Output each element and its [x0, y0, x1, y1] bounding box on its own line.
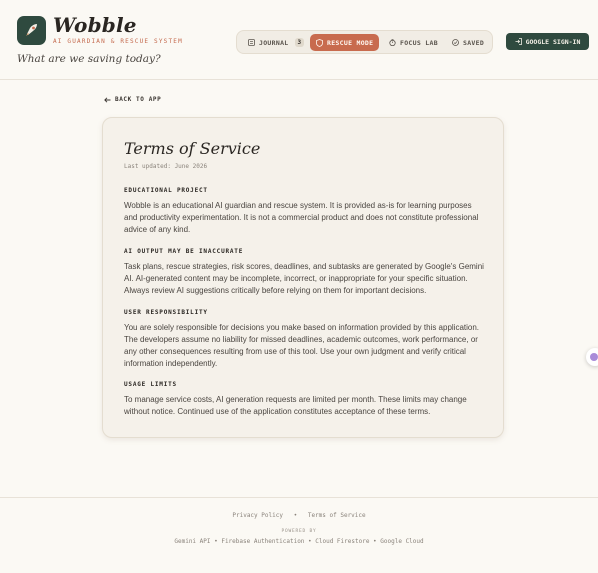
section-heading: AI OUTPUT MAY BE INACCURATE — [124, 248, 244, 255]
footer: Privacy Policy • Terms of Service POWERE… — [0, 497, 598, 573]
nav-journal-label: JOURNAL — [259, 38, 289, 47]
section-heading: USAGE LIMITS — [124, 381, 177, 388]
back-label: BACK TO APP — [115, 96, 162, 103]
tech-stack: Gemini API • Firebase Authentication • C… — [174, 538, 424, 545]
rocket-icon — [26, 24, 37, 36]
brand-subtitle: AI GUARDIAN & RESCUE SYSTEM — [53, 38, 183, 45]
floating-assistant-button[interactable] — [586, 348, 598, 366]
app-logo[interactable] — [17, 16, 46, 45]
journal-icon — [248, 39, 255, 46]
nav-saved-label: SAVED — [463, 38, 485, 47]
assistant-icon — [590, 353, 598, 361]
privacy-policy-link[interactable]: Privacy Policy — [232, 512, 283, 519]
section-body: Wobble is an educational AI guardian and… — [124, 201, 479, 234]
journal-count-badge: 3 — [294, 38, 305, 47]
section-heading: EDUCATIONAL PROJECT — [124, 187, 208, 194]
google-sign-in-button[interactable]: GOOGLE SIGN-IN — [506, 33, 589, 50]
app-header: Wobble AI GUARDIAN & RESCUE SYSTEM What … — [0, 0, 598, 80]
last-updated: Last updated: June 2026 — [124, 163, 208, 170]
main-nav: JOURNAL 3 RESCUE MODE FOCUS LAB SAVED — [236, 30, 493, 54]
section-body: You are solely responsible for decisions… — [124, 323, 480, 368]
section-heading: USER RESPONSIBILITY — [124, 309, 208, 316]
nav-rescue-mode[interactable]: RESCUE MODE — [310, 34, 380, 51]
footer-links: Privacy Policy • Terms of Service — [0, 512, 598, 519]
tagline: What are we saving today? — [17, 53, 161, 65]
terms-link[interactable]: Terms of Service — [308, 512, 366, 519]
page-title: Terms of Service — [124, 139, 261, 158]
timer-icon — [389, 39, 396, 46]
powered-by-label: POWERED BY — [281, 529, 317, 534]
shield-icon — [316, 38, 323, 47]
footer-separator: • — [293, 512, 298, 519]
section-body: To manage service costs, AI generation r… — [124, 395, 467, 416]
terms-card: Terms of Service Last updated: June 2026… — [102, 117, 504, 438]
back-to-app-link[interactable]: BACK TO APP — [104, 96, 161, 103]
arrow-left-icon — [104, 96, 111, 103]
nav-journal[interactable]: JOURNAL 3 — [242, 34, 310, 51]
check-circle-icon — [452, 39, 459, 46]
nav-focus-label: FOCUS LAB — [400, 38, 438, 47]
section-body: Task plans, rescue strategies, risk scor… — [124, 262, 484, 295]
nav-saved[interactable]: SAVED — [446, 34, 490, 51]
sign-in-label: GOOGLE SIGN-IN — [525, 37, 581, 46]
sign-in-icon — [515, 38, 522, 45]
brand-title: Wobble — [53, 13, 137, 37]
nav-rescue-label: RESCUE MODE — [327, 38, 374, 47]
nav-focus-lab[interactable]: FOCUS LAB — [383, 34, 444, 51]
